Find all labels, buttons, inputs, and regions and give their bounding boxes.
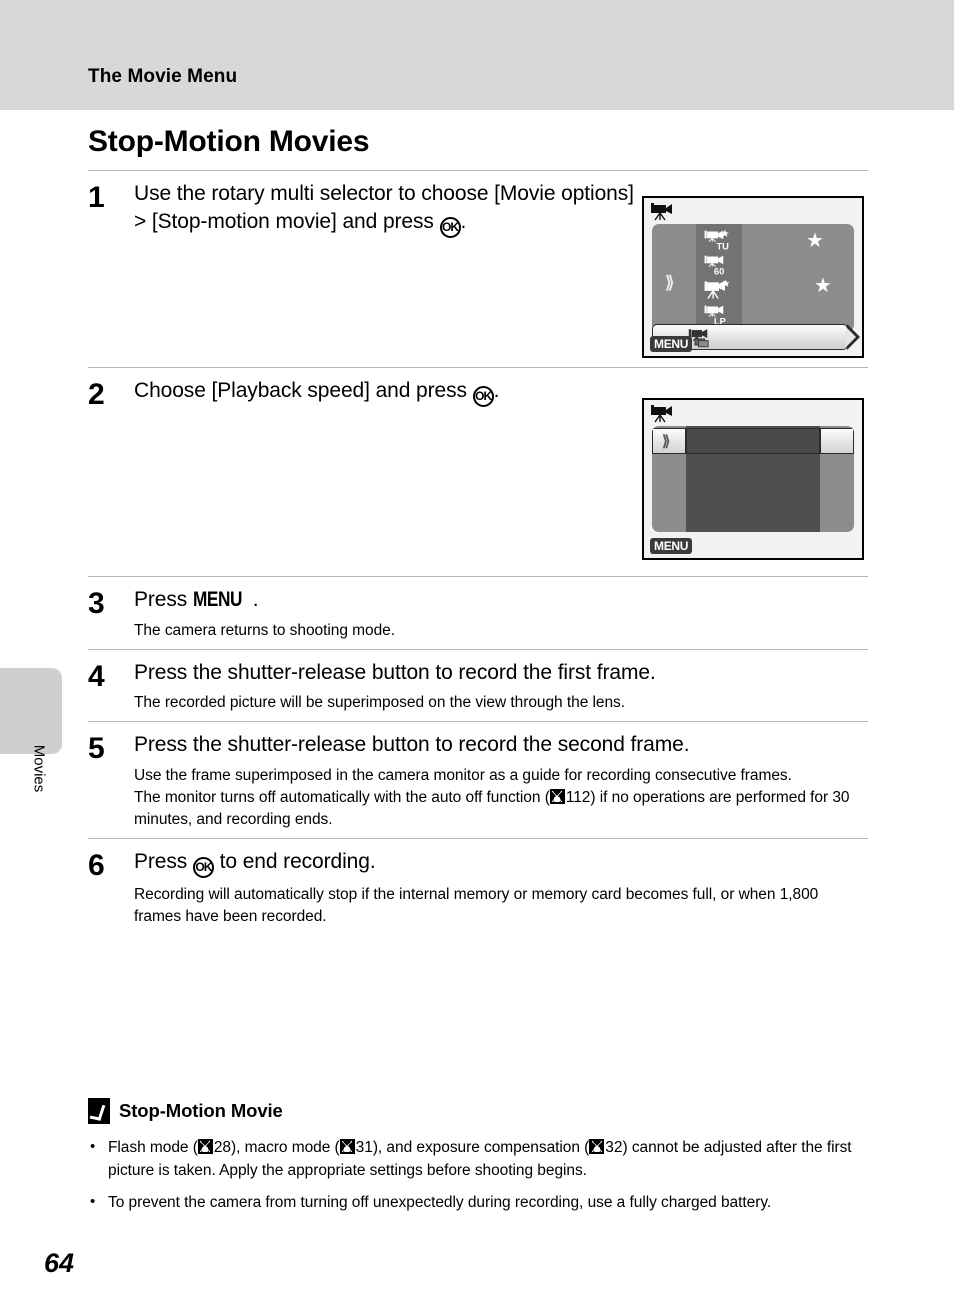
- step-5-desc-2a: The monitor turns off automatically with…: [134, 789, 550, 807]
- note-1-ref-2: 31: [355, 1139, 373, 1156]
- step-5-description-line-2: The monitor turns off automatically with…: [134, 787, 868, 831]
- step-5-ref-page: 112: [565, 789, 591, 807]
- step-6-description-line: Recording will automatically stop if the…: [134, 886, 819, 926]
- svg-text:TU: TU: [716, 241, 729, 251]
- camera-screen-2-panel: ⟫: [652, 426, 854, 532]
- step-5-heading: Press the shutter-release button to reco…: [134, 733, 690, 757]
- step-3-heading: Press MENU.: [134, 586, 868, 614]
- step-1-heading: Use the rotary multi selector to choose …: [134, 180, 644, 238]
- ok-button-icon: OK: [472, 386, 494, 407]
- caution-checkmark-icon: [88, 1098, 110, 1124]
- movie-camera-tripod-icon: [651, 405, 672, 423]
- step-4-description: The recorded picture will be superimpose…: [134, 692, 868, 714]
- menu-button-icon: MENU: [192, 588, 242, 611]
- step-6-heading: Press OK to end recording.: [134, 848, 868, 879]
- note-1-seg-b: ), macro mode (: [231, 1139, 340, 1156]
- running-title: The Movie Menu: [88, 66, 238, 87]
- movie-option-icon-tu: TU: [704, 229, 729, 251]
- reference-book-icon: [549, 789, 565, 805]
- movie-option-icon-tripod-star: [704, 279, 730, 299]
- step-5: 5 Press the shutter-release button to re…: [88, 722, 868, 838]
- note-1-ref-3: 32: [605, 1139, 623, 1156]
- note-bullet-1: Flash mode ( 28), macro mode ( 31), and ex…: [88, 1136, 878, 1183]
- step-6-heading-prefix: Press: [134, 850, 193, 874]
- step-number: 5: [88, 732, 105, 766]
- reference-book-icon: [197, 1139, 213, 1154]
- menu-badge-icon[interactable]: MENU: [650, 336, 693, 352]
- camera-screen-1-frame: ⟫ TU 60 LP ★ ★ MENU: [642, 196, 864, 358]
- page-number: 64: [44, 1248, 75, 1278]
- note-block: Stop-Motion Movie Flash mode ( 28), macro…: [88, 1098, 878, 1224]
- note-1-ref-1: 28: [213, 1139, 232, 1156]
- chevron-down-icon: ⟫: [662, 433, 671, 450]
- movie-camera-tripod-icon: [651, 203, 672, 221]
- ok-button-icon: OK: [439, 216, 461, 238]
- step-2-heading-text: Choose [Playback speed] and press: [134, 379, 473, 402]
- step-2-heading-tail: .: [493, 379, 500, 402]
- step-3: 3 Press MENU. The camera returns to shoo…: [88, 577, 868, 649]
- camera-screen-2: ⟫ MENU: [642, 398, 864, 560]
- page-title: Stop-Motion Movies: [88, 125, 370, 158]
- step-3-heading-prefix: Press: [134, 588, 193, 611]
- step-number: 1: [88, 181, 105, 214]
- step-6-heading-suffix: to end recording.: [213, 850, 376, 874]
- note-bullet-2: To prevent the camera from turning off u…: [88, 1191, 878, 1215]
- step-4-description-line: The recorded picture will be superimpose…: [134, 694, 626, 712]
- step-number: 4: [88, 659, 105, 693]
- svg-text:60: 60: [714, 266, 724, 276]
- page-header-band: The Movie Menu: [0, 0, 954, 110]
- camera-screen-1: ⟫ TU 60 LP ★ ★ MENU: [642, 196, 864, 358]
- step-4: 4 Press the shutter-release button to re…: [88, 650, 868, 722]
- step-6: 6 Press OK to end recording. Recording w…: [88, 839, 868, 935]
- camera-screen-1-panel: ⟫ TU 60 LP ★ ★: [652, 224, 854, 332]
- star-icon: ★: [814, 275, 832, 297]
- chapter-side-tab-label: Movies: [30, 744, 48, 793]
- step-4-heading: Press the shutter-release button to reco…: [134, 660, 656, 684]
- ok-button-icon: OK: [192, 857, 214, 879]
- step-3-description: The camera returns to shooting mode.: [134, 620, 868, 642]
- step-number: 3: [88, 587, 105, 620]
- movie-option-icon-60: 60: [704, 255, 724, 276]
- reference-book-icon: [339, 1139, 355, 1154]
- reference-book-icon: [589, 1139, 605, 1154]
- step-5-description-line-1: Use the frame superimposed in the camera…: [134, 767, 792, 785]
- star-icon: ★: [806, 230, 824, 252]
- note-1-seg-c: ), and exposure compensation (: [372, 1139, 590, 1156]
- step-1-heading-tail: .: [460, 209, 467, 233]
- camera-screen-2-row-right-cap: [820, 428, 854, 454]
- chevron-down-icon: ⟫: [665, 273, 675, 292]
- menu-badge-icon[interactable]: MENU: [650, 538, 693, 554]
- note-bullet-list: Flash mode ( 28), macro mode ( 31), and ex…: [88, 1136, 878, 1215]
- chevron-right-icon: [846, 323, 860, 350]
- step-3-heading-suffix: .: [252, 588, 259, 611]
- step-3-description-line: The camera returns to shooting mode.: [134, 621, 395, 639]
- camera-screen-2-selected-row[interactable]: [686, 428, 820, 454]
- step-5-description: Use the frame superimposed in the camera…: [134, 765, 868, 831]
- note-title: Stop-Motion Movie: [119, 1100, 283, 1121]
- step-1-heading-text: Use the rotary multi selector to choose …: [134, 182, 634, 233]
- camera-screen-2-row-left-cap: ⟫: [652, 428, 686, 454]
- step-6-description: Recording will automatically stop if the…: [134, 884, 868, 928]
- step-number: 2: [88, 378, 105, 411]
- note-header: Stop-Motion Movie: [88, 1098, 878, 1124]
- step-2-heading: Choose [Playback speed] and press OK.: [134, 377, 644, 407]
- camera-screen-2-frame: ⟫ MENU: [642, 398, 864, 560]
- step-number: 6: [88, 849, 105, 883]
- note-1-seg-a: Flash mode (: [108, 1139, 198, 1156]
